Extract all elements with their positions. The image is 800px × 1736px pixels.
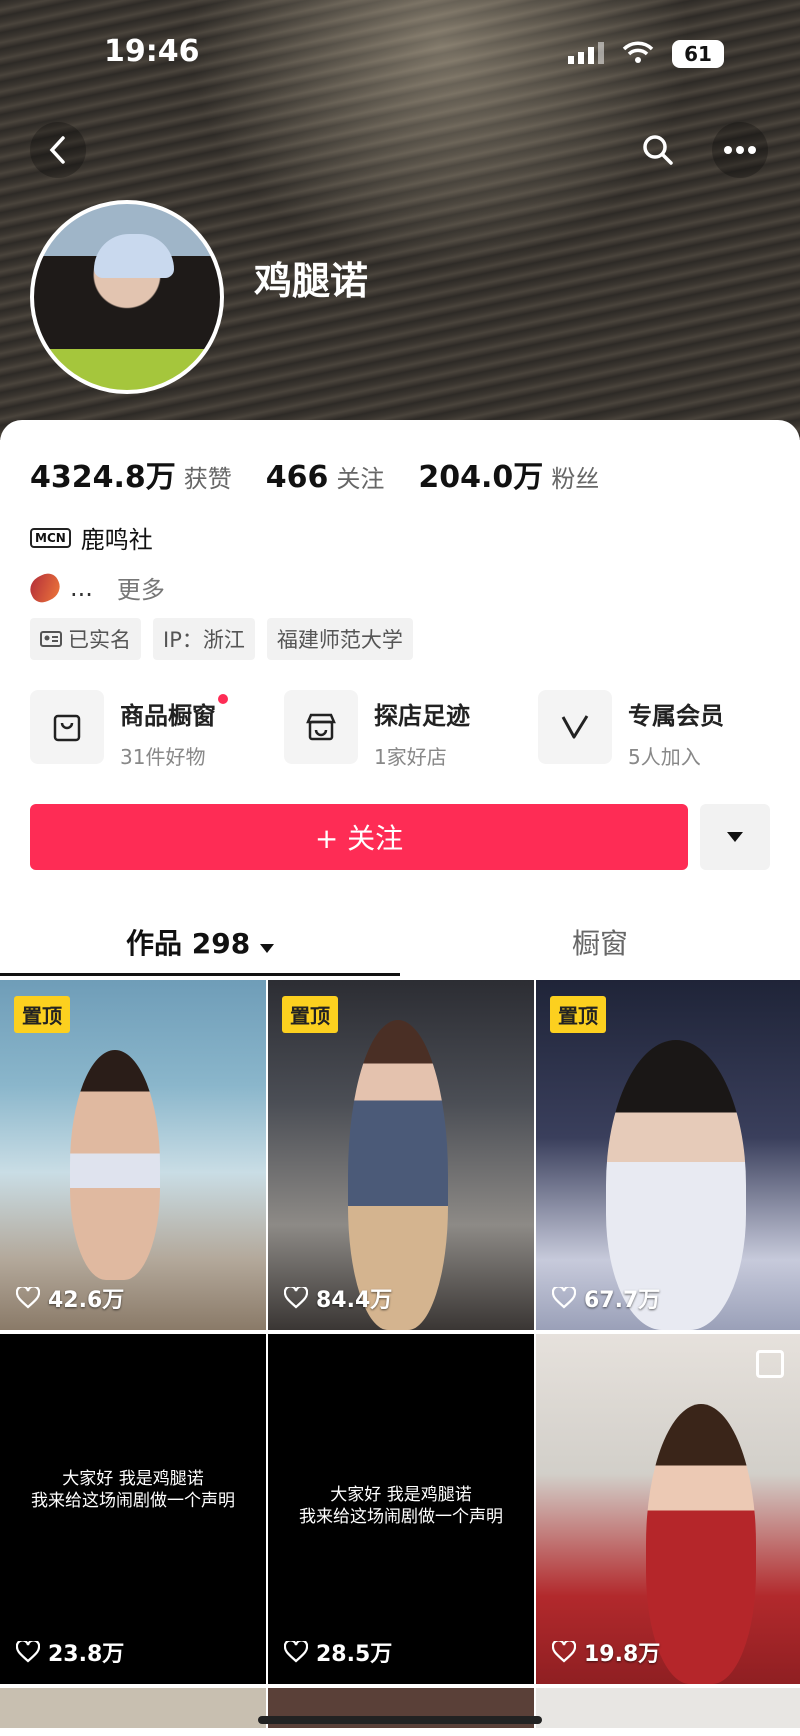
chevron-left-icon <box>49 136 65 164</box>
caret-down-icon <box>727 832 743 842</box>
heart-icon <box>16 1287 40 1309</box>
id-card-icon <box>40 631 62 647</box>
video-caption: 大家好 我是鸡腿诺 我来给这场闹剧做一个声明 <box>31 1469 235 1511</box>
shop-icon <box>284 690 358 764</box>
profile-stats: 4324.8万 获赞 466 关注 204.0万 粉丝 <box>30 452 599 496</box>
video-card[interactable]: 大家好 我是鸡腿诺 我来给这场闹剧做一个声明 28.5万 <box>268 1334 534 1684</box>
video-card[interactable]: 置顶 42.6万 <box>0 980 266 1330</box>
profile-tags: 已实名 IP：浙江 福建师范大学 <box>30 618 413 660</box>
avatar[interactable] <box>30 200 224 394</box>
feature-entries: 商品橱窗 31件好物 探店足迹 1家好店 专属会员 5人加入 <box>30 690 764 770</box>
pinned-badge: 置顶 <box>550 996 606 1033</box>
mcn-agency[interactable]: MCN 鹿鸣社 <box>30 520 153 555</box>
video-card[interactable]: 置顶 84.4万 <box>268 980 534 1330</box>
heart-icon <box>552 1287 576 1309</box>
search-icon <box>643 135 673 165</box>
bio-text: ... <box>70 573 93 602</box>
notification-dot <box>218 694 228 704</box>
home-indicator[interactable] <box>258 1716 542 1724</box>
video-card[interactable]: 19.8万 <box>536 1334 800 1684</box>
stat-followers[interactable]: 204.0万 粉丝 <box>418 452 599 496</box>
more-dots-icon <box>724 146 756 154</box>
feature-shop-window[interactable]: 商品橱窗 31件好物 <box>30 690 256 770</box>
heart-icon <box>16 1641 40 1663</box>
signal-icon <box>568 42 604 64</box>
stat-likes[interactable]: 4324.8万 获赞 <box>30 452 232 496</box>
like-count: 67.7万 <box>552 1282 660 1314</box>
tab-shop-window[interactable]: 橱窗 <box>400 922 800 962</box>
active-tab-indicator <box>0 973 400 976</box>
status-bar: 19:46 61 <box>0 34 800 74</box>
school-tag[interactable]: 福建师范大学 <box>266 618 413 660</box>
more-options-button[interactable] <box>712 122 768 178</box>
like-count: 23.8万 <box>16 1636 124 1668</box>
feature-store-visits[interactable]: 探店足迹 1家好店 <box>284 690 510 770</box>
like-count: 28.5万 <box>284 1636 392 1668</box>
multi-image-icon <box>756 1350 784 1378</box>
battery-icon: 61 <box>672 40 724 68</box>
bag-icon <box>30 690 104 764</box>
mcn-name: 鹿鸣社 <box>80 526 153 554</box>
like-count: 42.6万 <box>16 1282 124 1314</box>
mcn-badge-icon: MCN <box>30 527 71 548</box>
video-card[interactable]: 大家好 我是鸡腿诺 我来给这场闹剧做一个声明 23.8万 <box>0 1334 266 1684</box>
status-time: 19:46 <box>104 34 200 69</box>
heart-icon <box>284 1287 308 1309</box>
bio-more-link[interactable]: 更多 <box>117 570 165 605</box>
bio[interactable]: ... 更多 <box>25 569 165 606</box>
pinned-badge: 置顶 <box>14 996 70 1033</box>
back-button[interactable] <box>30 122 86 178</box>
video-caption: 大家好 我是鸡腿诺 我来给这场闹剧做一个声明 <box>299 1485 503 1527</box>
recommend-dropdown-button[interactable] <box>700 804 770 870</box>
heart-icon <box>284 1641 308 1663</box>
video-card[interactable] <box>0 1688 266 1728</box>
video-card[interactable] <box>536 1688 800 1728</box>
tab-works[interactable]: 作品 298 <box>0 922 400 962</box>
ip-location-tag: IP：浙江 <box>153 618 255 660</box>
heart-icon <box>552 1641 576 1663</box>
content-tabs: 作品 298 橱窗 <box>0 910 800 976</box>
search-button[interactable] <box>630 122 686 178</box>
video-card[interactable]: 置顶 67.7万 <box>536 980 800 1330</box>
username: 鸡腿诺 <box>254 259 369 303</box>
like-count: 19.8万 <box>552 1636 660 1668</box>
follow-button[interactable]: + 关注 <box>30 804 688 870</box>
wifi-icon <box>622 40 654 71</box>
feature-membership[interactable]: 专属会员 5人加入 <box>538 690 764 770</box>
video-grid: 置顶 42.6万 置顶 84.4万 置顶 67.7万 大家好 我是鸡腿诺 我来给… <box>0 980 800 1728</box>
v-icon <box>538 690 612 764</box>
like-count: 84.4万 <box>284 1282 392 1314</box>
pinned-badge: 置顶 <box>282 996 338 1033</box>
verified-tag: 已实名 <box>30 618 141 660</box>
stat-following[interactable]: 466 关注 <box>266 459 385 495</box>
caret-down-icon <box>259 944 274 953</box>
sweet-potato-emoji-icon <box>25 569 65 606</box>
